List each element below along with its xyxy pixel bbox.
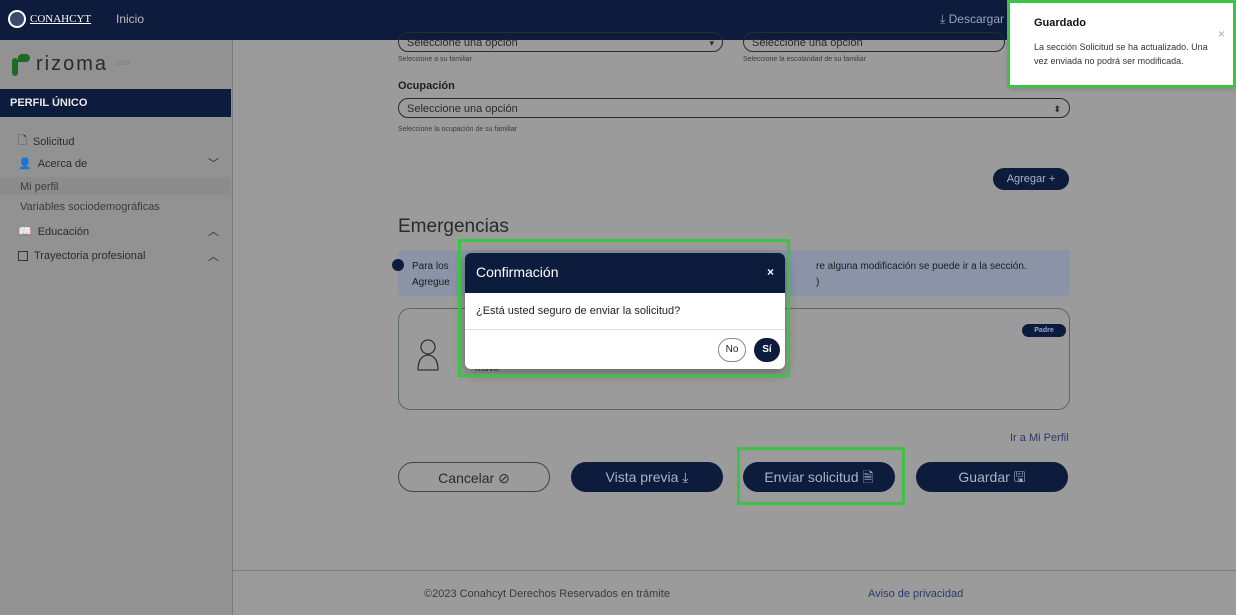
conahcyt-logo[interactable]: CONAHCYT	[8, 8, 108, 30]
toast-message: La sección Solicitud se ha actualizado. …	[1034, 42, 1208, 52]
save-button[interactable]: Guardar 🖫	[916, 462, 1068, 492]
toast-message: vez enviada no podrá ser modificada.	[1034, 56, 1184, 66]
sidebar-item-label: Solicitud	[32, 135, 75, 148]
add-button[interactable]: Agregar +	[993, 168, 1069, 190]
escolaridad-select[interactable]: Seleccione una opción	[743, 32, 1005, 52]
sidebar-item-educacion[interactable]: 📖 Educación	[18, 225, 90, 239]
sidebar-item-mi-perfil[interactable]: Mi perfil	[20, 181, 59, 193]
highlight-dialog	[458, 239, 790, 377]
select-value: Seleccione una opción	[407, 103, 518, 115]
go-profile-link[interactable]: Ir a Mi Perfil	[1010, 432, 1069, 444]
updown-icon: ⬍	[1053, 104, 1061, 114]
section-heading: Emergencias	[398, 216, 509, 237]
preview-button[interactable]: Vista previa ⤓	[571, 462, 723, 492]
user-icon: 👤	[18, 158, 32, 170]
select-value: Seleccione una opción	[407, 37, 518, 49]
privacy-link[interactable]: Aviso de privacidad	[868, 588, 963, 600]
ocupacion-label: Ocupación	[398, 80, 455, 92]
document-icon: 🗋	[18, 135, 27, 147]
toast-title: Guardado	[1034, 17, 1086, 29]
sidebar-item-label: Acerca de	[37, 157, 88, 170]
sidebar-item-trayectoria[interactable]: Trayectoria profesional	[18, 250, 145, 262]
sidebar-item-acerca-de[interactable]: 👤 Acerca de	[18, 157, 88, 171]
footer-divider	[233, 570, 1236, 571]
cancel-button[interactable]: Cancelar ⊘	[398, 462, 550, 492]
chevron-down-icon: ▾	[709, 38, 714, 48]
rizoma-mark-icon	[12, 52, 30, 76]
ocupacion-select[interactable]: Seleccione una opción ⬍	[398, 98, 1070, 118]
copyright-text: ©2023 Conahcyt Derechos Reservados en tr…	[424, 588, 670, 600]
chevron-down-icon[interactable]: ﹀	[208, 155, 219, 171]
highlight-send-button	[737, 447, 905, 505]
escolaridad-hint: Seleccione la escolaridad de su familiar	[743, 56, 866, 63]
seal-icon	[8, 10, 26, 28]
sidebar-item-variables[interactable]: Variables sociodemográficas	[20, 201, 160, 213]
relationship-badge: Padre	[1022, 324, 1066, 337]
select-value: Seleccione una opción	[752, 37, 863, 49]
ocupacion-hint: Seleccione la ocupación de su familiar	[398, 126, 518, 133]
sidebar-item-label: Educación	[37, 225, 90, 238]
rizoma-wordmark: rizoma	[36, 52, 109, 75]
close-icon[interactable]: ×	[1218, 27, 1225, 41]
briefcase-icon	[18, 251, 28, 261]
download-link[interactable]: ⤓ Descargar	[940, 12, 1004, 27]
book-icon: 📖	[18, 226, 32, 238]
familiar-hint: Seleccione a su familiar	[398, 56, 472, 63]
sidebar	[0, 40, 233, 615]
logo-text: CONAHCYT	[30, 13, 92, 25]
rizoma-year: 2023	[116, 61, 130, 67]
sidebar-item-label: Trayectoria profesional	[34, 250, 146, 262]
info-text: Para los	[412, 261, 449, 272]
sidebar-section-title: PERFIL ÚNICO	[0, 89, 231, 117]
rizoma-logo[interactable]: rizoma 2023	[12, 52, 129, 76]
home-link[interactable]: Inicio	[116, 12, 144, 26]
sidebar-item-solicitud[interactable]: 🗋 Solicitud	[18, 132, 74, 151]
chevron-up-icon[interactable]: ︿	[208, 248, 219, 264]
info-text: re alguna modificación se puede ir a la …	[816, 261, 1027, 272]
info-icon	[392, 259, 404, 271]
familiar-select[interactable]: Seleccione una opción ▾	[398, 32, 723, 52]
info-text: Agregue	[412, 277, 450, 288]
info-text: )	[816, 277, 820, 288]
chevron-up-icon[interactable]: ︿	[208, 223, 219, 239]
person-icon	[417, 339, 439, 371]
